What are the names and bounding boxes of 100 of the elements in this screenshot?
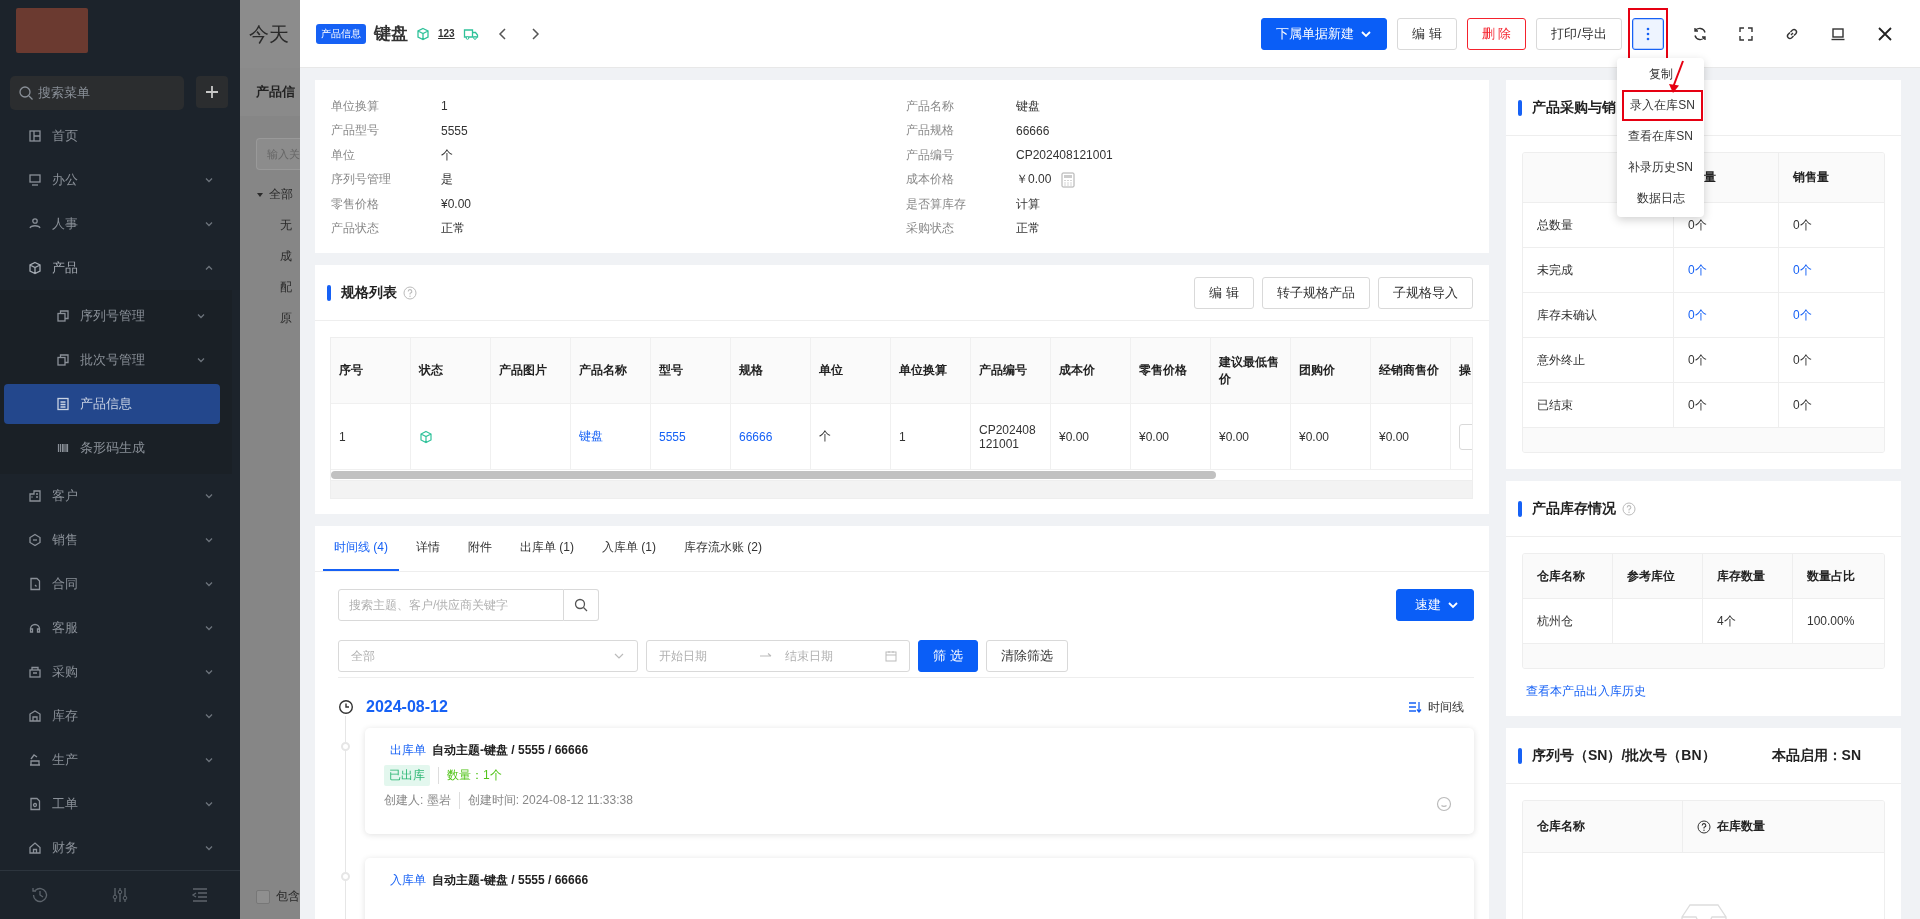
tree-item[interactable]: 原: [280, 310, 296, 327]
table-link[interactable]: 66666: [739, 429, 773, 444]
table-link[interactable]: 5555: [659, 429, 686, 444]
cube-icon: [419, 429, 433, 444]
row-label: 意外终止: [1523, 338, 1674, 382]
fullscreen-icon[interactable]: [1738, 25, 1754, 42]
scrollbar-thumb[interactable]: [331, 471, 1216, 479]
sidebar-item[interactable]: 人事: [0, 201, 240, 246]
action-button[interactable]: 编 辑: [1194, 276, 1254, 309]
table-cell: 0个: [1688, 351, 1707, 369]
sidebar-item[interactable]: 首页: [0, 113, 240, 158]
cube-icon: [28, 260, 42, 275]
tab[interactable]: 时间线 (4): [323, 526, 399, 571]
basket-icon: [28, 664, 42, 679]
table-link[interactable]: 0个: [1688, 261, 1707, 279]
house-icon: [28, 840, 42, 855]
search-icon: [18, 84, 34, 101]
table-cell-text: 100.00%: [1806, 613, 1856, 630]
close-icon[interactable]: [1876, 24, 1894, 43]
tree-item[interactable]: 无: [280, 217, 296, 234]
tree-item[interactable]: 配: [280, 279, 296, 296]
building-icon: [28, 488, 42, 503]
column-header: 参考库位: [1613, 554, 1703, 598]
sidebar-item[interactable]: 序列号管理: [4, 293, 220, 338]
quantity-text: 数量：1个: [438, 767, 502, 784]
refresh-icon[interactable]: [1692, 25, 1708, 42]
add-button[interactable]: [196, 75, 228, 108]
menu-item[interactable]: 录入在库SN: [1622, 90, 1703, 121]
document-icon: [28, 576, 42, 591]
table-link[interactable]: 0个: [1793, 261, 1812, 279]
table-link[interactable]: 0个: [1688, 306, 1707, 324]
field-value: 1: [441, 99, 448, 114]
table-cell: 0个: [1688, 396, 1707, 414]
tab[interactable]: 出库单 (1): [509, 526, 585, 571]
title-marker: [327, 284, 331, 301]
laptop-icon[interactable]: [1830, 25, 1846, 42]
tree-item[interactable]: 全部: [256, 186, 300, 203]
tab[interactable]: 库存流水账 (2): [673, 526, 773, 571]
tab[interactable]: 入库单 (1): [591, 526, 667, 571]
field-label: 采购状态: [906, 220, 955, 238]
field-value: 5555: [441, 123, 468, 138]
plus-icon: [204, 83, 220, 100]
history-link[interactable]: 查看本产品出入库历史: [1526, 683, 1901, 700]
sidebar-item[interactable]: 客户: [0, 473, 240, 518]
column-header: 库存数量: [1703, 554, 1793, 598]
tab[interactable]: 详情: [405, 526, 451, 571]
sidebar-item[interactable]: 办公: [0, 157, 240, 202]
field-value: 是: [441, 171, 453, 189]
category-tag: 产品信息: [316, 23, 366, 44]
table-link[interactable]: 键盘: [579, 428, 603, 445]
tab[interactable]: 附件: [457, 526, 503, 571]
field-value: ¥0.00: [441, 197, 472, 212]
entry-subject: 自动主题-键盘 / 5555 / 66666: [432, 742, 589, 759]
sidebar-item[interactable]: 产品信息: [4, 383, 220, 424]
status-tag: 已出库: [384, 765, 430, 786]
action-button[interactable]: 转子规格产品: [1262, 276, 1370, 309]
copy-icon: [56, 352, 70, 367]
action-button[interactable]: 删 除: [1466, 17, 1527, 50]
clear-filter-button[interactable]: 清除筛选: [985, 640, 1068, 672]
quick-create-button[interactable]: 速建: [1396, 589, 1474, 621]
checkbox-label: 包含: [276, 888, 300, 905]
sidebar-item[interactable]: 销售: [0, 517, 240, 562]
table-cell: 0个: [1793, 351, 1812, 369]
document-type-link[interactable]: 出库单: [390, 742, 426, 759]
row-label: 总数量: [1523, 203, 1674, 247]
sidebar-item[interactable]: 工单: [0, 781, 240, 826]
sidebar-item[interactable]: 条形码生成: [4, 425, 220, 470]
sidebar-item[interactable]: 库存: [0, 693, 240, 738]
action-button[interactable]: 打印/导出: [1536, 17, 1622, 50]
copy-icon: [56, 308, 70, 323]
action-button[interactable]: 编 辑: [1397, 17, 1457, 50]
search-field[interactable]: 搜索菜单: [10, 75, 184, 110]
sidebar-item[interactable]: 客服: [0, 605, 240, 650]
field-label: 单位: [331, 146, 356, 164]
table-link[interactable]: 0个: [1793, 306, 1812, 324]
sidebar-item[interactable]: 产品: [0, 245, 240, 290]
help-icon: [403, 285, 417, 300]
sidebar-item[interactable]: 合同: [0, 561, 240, 606]
table-cell: 0个: [1688, 216, 1707, 234]
view-toggle[interactable]: 时间线: [1408, 698, 1464, 716]
tree-item[interactable]: 成: [280, 248, 296, 265]
page-title: 今天: [249, 21, 289, 47]
sidebar-item[interactable]: 批次号管理: [4, 337, 220, 382]
search-button[interactable]: [564, 589, 599, 621]
field-value: 正常: [1016, 220, 1040, 238]
document-type-link[interactable]: 入库单: [390, 872, 426, 889]
action-button[interactable]: 下属单据新建: [1261, 17, 1388, 50]
sidebar-item[interactable]: 财务: [0, 825, 240, 870]
menu-item[interactable]: 查看在库SN: [1617, 121, 1704, 152]
menu-item[interactable]: 复制: [1617, 59, 1704, 90]
field-label: 零售价格: [331, 195, 380, 213]
checkbox[interactable]: [256, 889, 270, 904]
sidebar-item[interactable]: 采购: [0, 649, 240, 694]
sidebar-item[interactable]: 生产: [0, 737, 240, 782]
filter-button[interactable]: 筛 选: [918, 640, 978, 672]
action-button[interactable]: 子规格导入: [1378, 276, 1473, 309]
card-title: 序列号（SN）/批次号（BN）: [1532, 746, 1716, 765]
menu-item[interactable]: 补录历史SN: [1617, 152, 1704, 183]
field-label: 产品规格: [906, 122, 955, 140]
more-button[interactable]: [1632, 17, 1664, 50]
